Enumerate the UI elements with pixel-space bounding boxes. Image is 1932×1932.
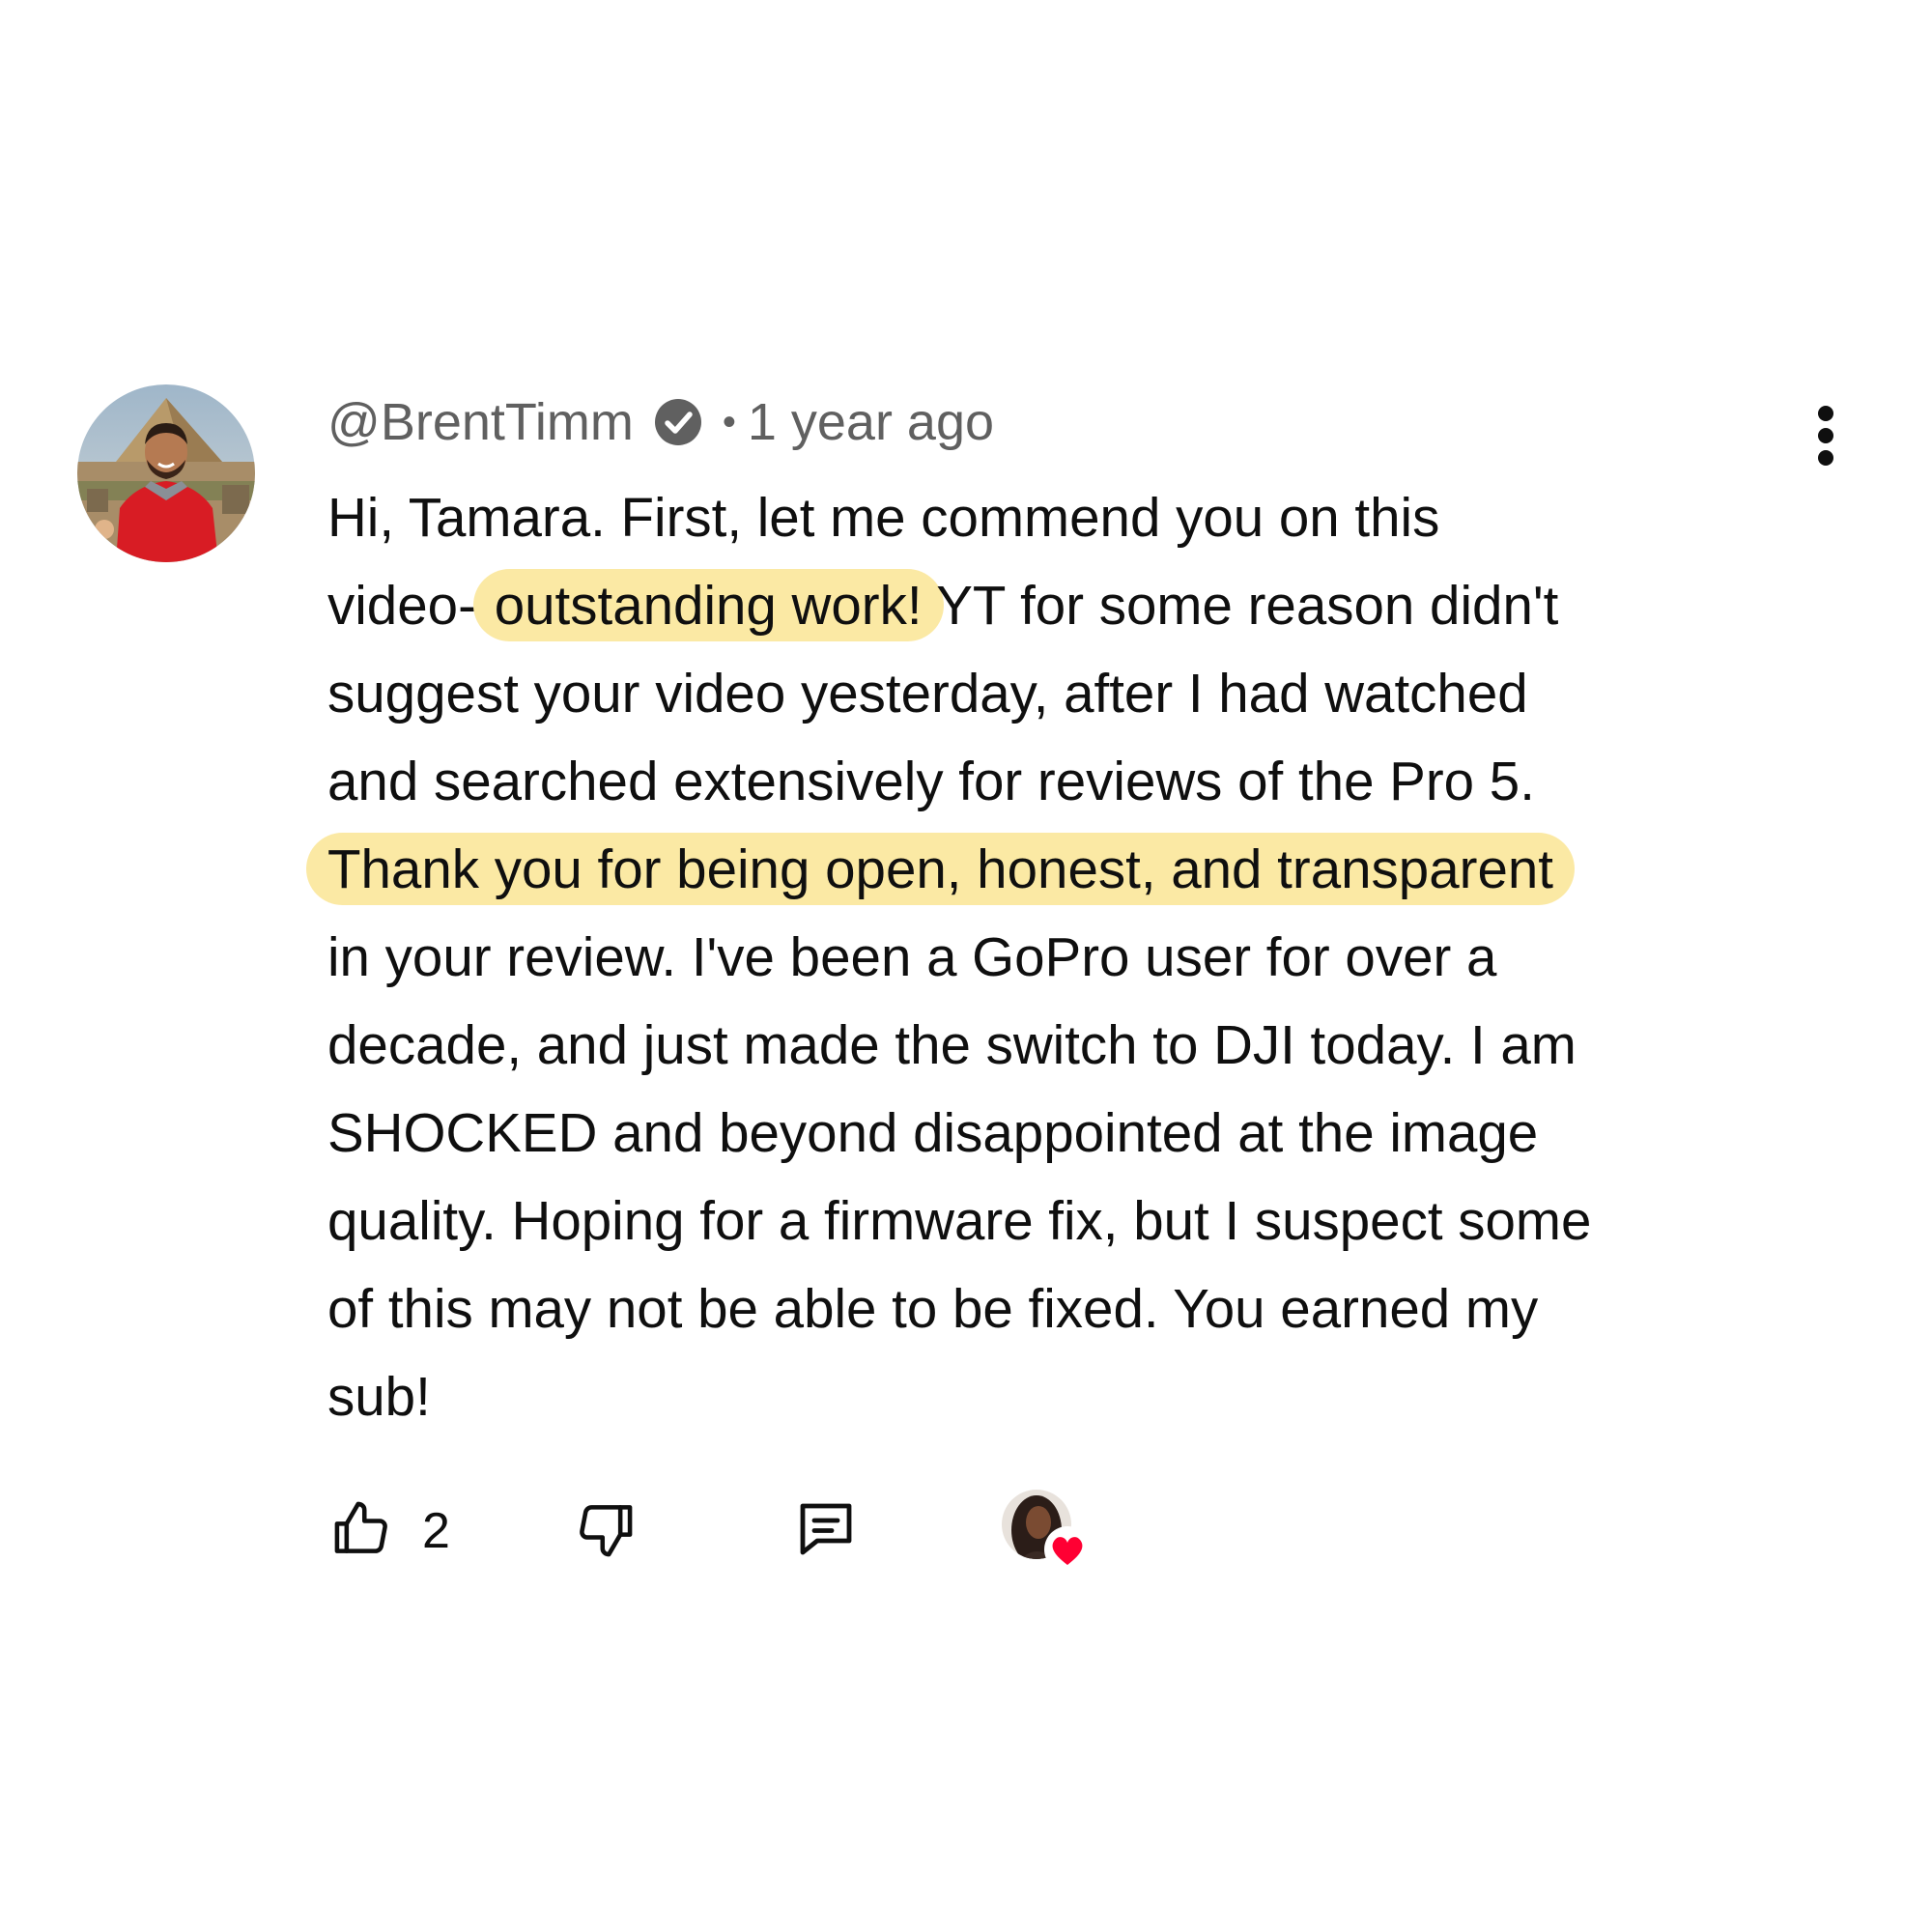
comment-text: sub!: [327, 1366, 431, 1427]
comment-line: SHOCKED and beyond disappointed at the i…: [327, 1089, 1834, 1177]
comment-line: Thank you for being open, honest, and tr…: [306, 825, 1834, 913]
more-vertical-icon[interactable]: [1806, 406, 1845, 466]
reply-button[interactable]: [791, 1488, 861, 1575]
comment-reply-icon: [791, 1494, 861, 1569]
comment-text: Hi, Tamara. First, let me commend you on…: [327, 487, 1440, 548]
comment-line: video--outstanding work! YT for some rea…: [327, 561, 1834, 649]
comment-line: suggest your video yesterday, after I ha…: [327, 649, 1834, 737]
comment-line: and searched extensively for reviews of …: [327, 737, 1834, 825]
comment-timestamp[interactable]: 1 year ago: [748, 392, 994, 452]
comment-actions: 2: [327, 1488, 1293, 1575]
like-count: 2: [422, 1503, 450, 1559]
comment-line: of this may not be able to be fixed. You…: [327, 1264, 1834, 1352]
comment-text: YT for some reason didn't: [922, 575, 1559, 636]
comment-line: sub!: [327, 1352, 1834, 1440]
creator-heart: [1000, 1488, 1091, 1575]
highlighted-text: Thank you for being open, honest, and tr…: [306, 833, 1575, 905]
comment-text: of this may not be able to be fixed. You…: [327, 1278, 1539, 1339]
comment-line: Hi, Tamara. First, let me commend you on…: [327, 473, 1834, 561]
verified-check-icon: [653, 397, 703, 447]
comment-header: @BrentTimm • 1 year ago: [327, 388, 994, 456]
comment-line: in your review. I've been a GoPro user f…: [327, 913, 1834, 1001]
comment-text: SHOCKED and beyond disappointed at the i…: [327, 1102, 1539, 1163]
comment-line: quality. Hoping for a firmware fix, but …: [327, 1177, 1834, 1264]
author-name[interactable]: @BrentTimm: [327, 392, 634, 452]
dislike-button[interactable]: [574, 1488, 639, 1575]
comment-line: decade, and just made the switch to DJI …: [327, 1001, 1834, 1089]
comment-body: Hi, Tamara. First, let me commend you on…: [306, 473, 1834, 1440]
comment-text: video--: [327, 575, 495, 636]
header-separator: •: [722, 400, 736, 443]
highlighted-text: outstanding work!: [472, 569, 944, 641]
author-avatar[interactable]: [77, 384, 255, 562]
comment-text: and searched extensively for reviews of …: [327, 751, 1535, 811]
comment-text: quality. Hoping for a firmware fix, but …: [327, 1190, 1592, 1251]
thumbs-up-icon: [327, 1496, 393, 1567]
comment-text: in your review. I've been a GoPro user f…: [327, 926, 1497, 987]
comment-card: @BrentTimm • 1 year ago Hi, Tamara. Firs…: [0, 0, 1932, 1932]
like-button[interactable]: 2: [327, 1488, 450, 1575]
author-avatar-image: [77, 384, 255, 562]
comment-text: suggest your video yesterday, after I ha…: [327, 663, 1528, 724]
thumbs-down-icon: [574, 1496, 639, 1567]
comment-text: decade, and just made the switch to DJI …: [327, 1014, 1577, 1075]
